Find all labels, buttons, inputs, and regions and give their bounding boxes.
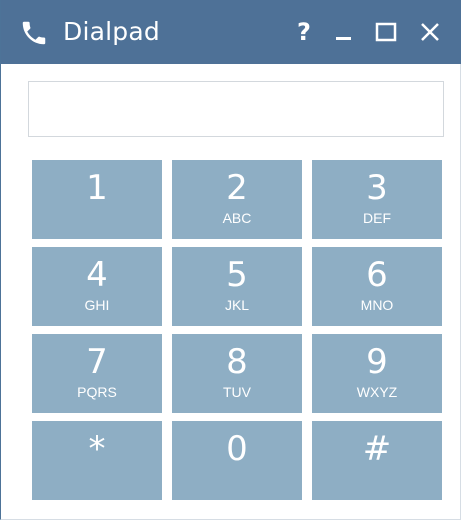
key-0[interactable]: 0	[172, 421, 302, 500]
key-letters: ABC	[222, 210, 252, 226]
key-4[interactable]: 4 GHI	[32, 247, 162, 326]
key-letters: PQRS	[77, 384, 117, 400]
key-star[interactable]: *	[32, 421, 162, 500]
key-digit: 7	[86, 342, 108, 382]
key-letters: MNO	[360, 297, 394, 313]
dialpad-window: Dialpad ? 1 2 ABC 3 DEF 4 GHI 5 JKL 6 MN…	[0, 0, 461, 520]
key-7[interactable]: 7 PQRS	[32, 334, 162, 413]
key-9[interactable]: 9 WXYZ	[312, 334, 442, 413]
key-digit: 4	[86, 255, 108, 295]
key-letters: GHI	[84, 297, 110, 313]
key-digit: 8	[226, 342, 248, 382]
key-digit: 3	[366, 168, 388, 208]
title-bar[interactable]: Dialpad ?	[1, 0, 461, 64]
key-digit: 5	[226, 255, 248, 295]
key-letters: WXYZ	[356, 384, 398, 400]
close-icon	[421, 23, 439, 41]
minimize-icon	[336, 37, 351, 40]
phone-icon	[22, 21, 46, 45]
phone-number-input[interactable]	[28, 81, 444, 137]
key-digit: *	[88, 429, 106, 469]
window-title: Dialpad	[63, 17, 160, 46]
keypad: 1 2 ABC 3 DEF 4 GHI 5 JKL 6 MNO 7 PQRS 8	[32, 160, 442, 500]
key-digit: #	[362, 429, 392, 469]
key-digit: 0	[226, 429, 248, 469]
close-button[interactable]	[413, 16, 447, 48]
key-hash[interactable]: #	[312, 421, 442, 500]
minimize-button[interactable]	[327, 16, 361, 48]
key-6[interactable]: 6 MNO	[312, 247, 442, 326]
help-button[interactable]: ?	[287, 16, 321, 48]
key-letters: JKL	[224, 297, 250, 313]
key-digit: 1	[86, 168, 108, 208]
key-digit: 6	[366, 255, 388, 295]
maximize-icon	[375, 22, 397, 42]
key-letters: DEF	[363, 210, 391, 226]
key-digit: 9	[366, 342, 388, 382]
help-button-label: ?	[297, 18, 311, 46]
key-digit: 2	[226, 168, 248, 208]
maximize-button[interactable]	[369, 16, 403, 48]
key-letters: TUV	[223, 384, 251, 400]
key-1[interactable]: 1	[32, 160, 162, 239]
key-8[interactable]: 8 TUV	[172, 334, 302, 413]
key-2[interactable]: 2 ABC	[172, 160, 302, 239]
key-3[interactable]: 3 DEF	[312, 160, 442, 239]
key-5[interactable]: 5 JKL	[172, 247, 302, 326]
